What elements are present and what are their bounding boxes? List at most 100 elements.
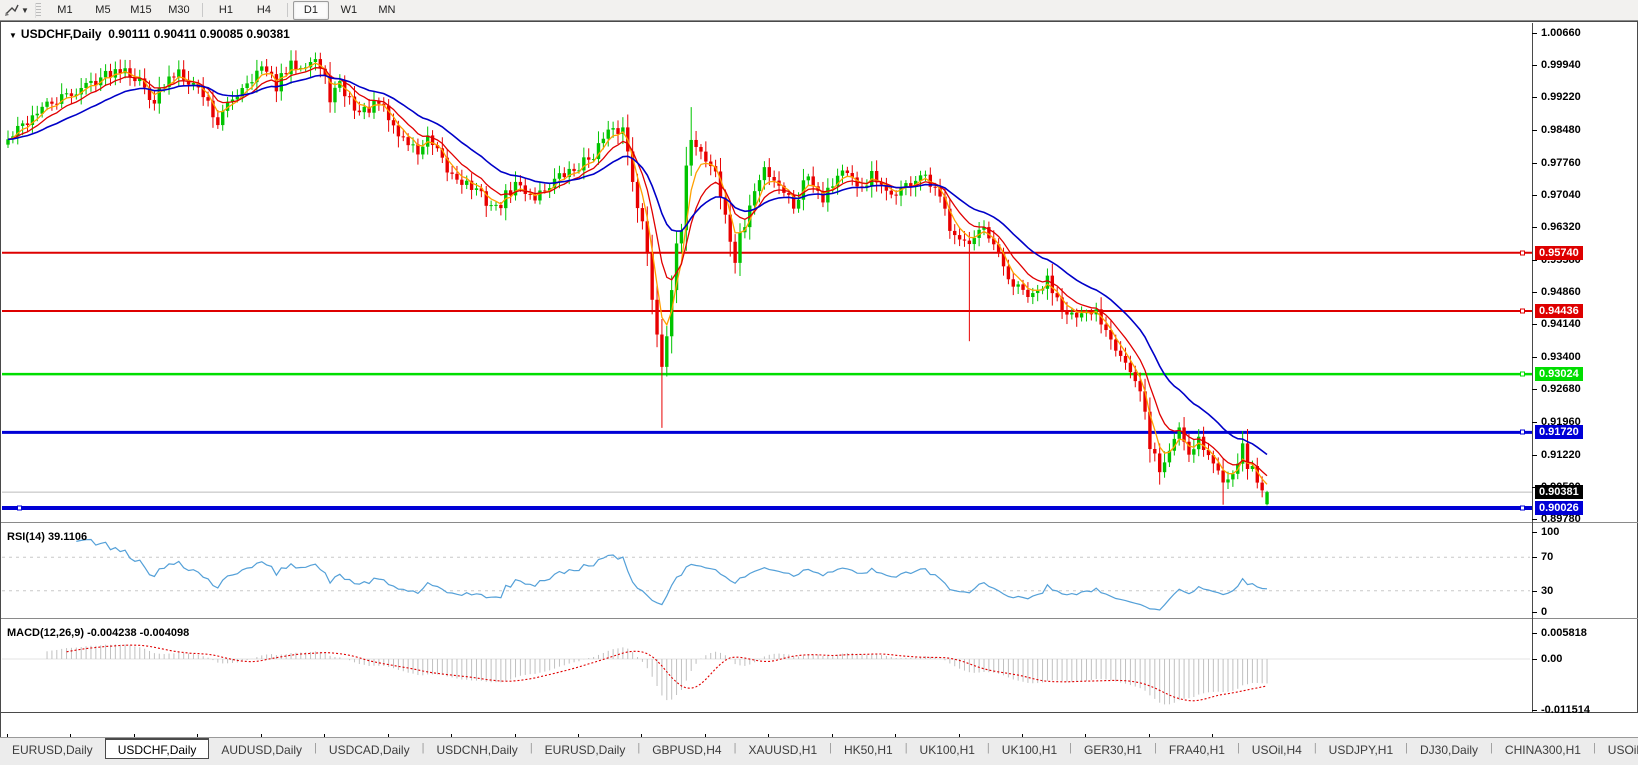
price-axis-tick (1532, 33, 1537, 34)
price-axis-tick (1532, 422, 1537, 423)
rsi-plot[interactable] (2, 524, 1532, 618)
price-axis-label: 1.00660 (1541, 27, 1581, 39)
collapse-indicator-icon[interactable]: ▼ (9, 31, 17, 40)
price-axis-label: 0.99220 (1541, 91, 1581, 103)
main-price-plot[interactable] (2, 23, 1532, 522)
chart-tab[interactable]: XAUUSD,H1 (736, 738, 829, 760)
price-axis-tick (1532, 455, 1537, 456)
slow-ma-line (8, 75, 1267, 454)
toolbar-grip[interactable] (35, 3, 41, 18)
rsi-line (76, 540, 1267, 611)
price-axis-tick (1532, 97, 1537, 98)
price-axis-label: 0.93400 (1541, 351, 1581, 363)
macd-axis-label: 0.00 (1541, 653, 1562, 665)
timeframe-button-mn[interactable]: MN (369, 1, 405, 20)
chart-tab[interactable]: DJ30,Daily (1408, 738, 1490, 760)
chart-tab[interactable]: USOil,H1 (1596, 738, 1638, 760)
chart-tabs: EURUSD,DailyUSDCHF,DailyAUDUSD,Daily|USD… (0, 738, 1638, 760)
line-handle[interactable] (1520, 430, 1525, 435)
chart-tab[interactable]: AUDUSD,Daily (209, 738, 314, 760)
price-axis-tick (1532, 324, 1537, 325)
rsi-axis-tick (1532, 612, 1537, 613)
price-axis-tick (1532, 65, 1537, 66)
line-handle[interactable] (1520, 250, 1525, 255)
bid-price-tag: 0.90381 (1535, 485, 1583, 499)
rsi-axis-tick (1532, 532, 1537, 533)
price-axis-tick (1532, 519, 1537, 520)
price-axis-label: 0.97760 (1541, 157, 1581, 169)
rsi-axis-label: 0 (1541, 606, 1547, 618)
timeframe-button-m1[interactable]: M1 (47, 1, 83, 20)
price-axis-tick (1532, 357, 1537, 358)
fast-ma-line (8, 63, 1267, 484)
timeframe-button-m30[interactable]: M30 (161, 1, 197, 20)
rsi-axis-label: 70 (1541, 551, 1553, 563)
chart-tab[interactable]: EURUSD,Daily (0, 738, 105, 760)
chart-tab[interactable]: UK100,H1 (990, 738, 1069, 760)
price-axis-label: 0.94860 (1541, 286, 1581, 298)
chart-title-symbol: USDCHF,Daily (21, 27, 102, 41)
price-axis-label: 0.96320 (1541, 221, 1581, 233)
macd-axis-tick (1532, 710, 1537, 711)
price-axis-tick (1532, 163, 1537, 164)
timeframe-buttons: M1M5M15M30 H1H4 D1W1MN (46, 1, 406, 20)
timeframe-button-d1[interactable]: D1 (293, 1, 329, 20)
chart-tab-bar: EURUSD,DailyUSDCHF,DailyAUDUSD,Daily|USD… (0, 737, 1638, 765)
chart-tab[interactable]: EURUSD,Daily (533, 738, 638, 760)
price-level-tag: 0.95740 (1535, 246, 1583, 260)
price-level-tag: 0.94436 (1535, 304, 1583, 318)
rsi-axis-label: 30 (1541, 585, 1553, 597)
chart-title: ▼ USDCHF,Daily 0.90111 0.90411 0.90085 0.… (9, 27, 290, 41)
timeframe-button-m15[interactable]: M15 (123, 1, 159, 20)
chart-tab[interactable]: GER30,H1 (1072, 738, 1154, 760)
chart-tab[interactable]: FRA40,H1 (1157, 738, 1237, 760)
price-axis-tick (1532, 227, 1537, 228)
dropdown-caret-icon[interactable]: ▼ (21, 6, 29, 15)
price-axis-label: 0.99940 (1541, 59, 1581, 71)
chart-window: ▼ USDCHF,Daily 0.90111 0.90411 0.90085 0.… (0, 21, 1638, 737)
rsi-axis-tick (1532, 557, 1537, 558)
timeframe-toolbar: ▼ M1M5M15M30 H1H4 D1W1MN (0, 0, 1638, 21)
chart-tab[interactable]: USDJPY,H1 (1317, 738, 1405, 760)
line-handle[interactable] (1520, 372, 1525, 377)
line-handle[interactable] (1520, 309, 1525, 314)
chart-tab[interactable]: UK100,H1 (908, 738, 987, 760)
price-axis-tick (1532, 130, 1537, 131)
price-axis-label: 0.92680 (1541, 383, 1581, 395)
timeframe-button-w1[interactable]: W1 (331, 1, 367, 20)
price-level-tag: 0.93024 (1535, 367, 1583, 381)
timeframe-button-h1[interactable]: H1 (208, 1, 244, 20)
line-handle[interactable] (17, 506, 22, 511)
rsi-label: RSI(14) 39.1106 (7, 531, 87, 543)
timeframe-button-m5[interactable]: M5 (85, 1, 121, 20)
line-handle[interactable] (1520, 506, 1525, 511)
chart-tab[interactable]: USDCNH,Daily (424, 738, 529, 760)
chart-tab[interactable]: GBPUSD,H4 (640, 738, 733, 760)
chart-tab-active[interactable]: USDCHF,Daily (105, 738, 210, 759)
macd-axis-label: 0.005818 (1541, 627, 1587, 639)
timeframe-button-h4[interactable]: H4 (246, 1, 282, 20)
chart-tab[interactable]: CHINA300,H1 (1493, 738, 1593, 760)
macd-axis-tick (1532, 633, 1537, 634)
drawing-tool-icon[interactable] (3, 2, 21, 18)
price-axis-label: 0.97040 (1541, 189, 1581, 201)
price-axis-label: 0.94140 (1541, 318, 1581, 330)
price-axis-tick (1532, 195, 1537, 196)
time-axis[interactable] (1, 713, 1638, 738)
toolbar-separator (202, 3, 203, 17)
macd-histogram (47, 644, 1267, 704)
medium-ma-line (8, 68, 1267, 476)
price-axis-tick (1532, 389, 1537, 390)
price-axis-label: 0.91220 (1541, 449, 1581, 461)
price-axis-tick (1532, 292, 1537, 293)
price-level-tag: 0.90026 (1535, 501, 1583, 515)
macd-plot[interactable] (2, 620, 1532, 712)
chart-tab[interactable]: HK50,H1 (832, 738, 905, 760)
chart-tab[interactable]: USDCAD,Daily (317, 738, 422, 760)
macd-label: MACD(12,26,9) -0.004238 -0.004098 (7, 627, 189, 639)
toolbar-separator (287, 3, 288, 17)
candles-layer (6, 50, 1268, 505)
chart-tab[interactable]: USOil,H4 (1240, 738, 1314, 760)
rsi-axis-tick (1532, 591, 1537, 592)
chart-title-ohlc: 0.90111 0.90411 0.90085 0.90381 (108, 27, 290, 41)
